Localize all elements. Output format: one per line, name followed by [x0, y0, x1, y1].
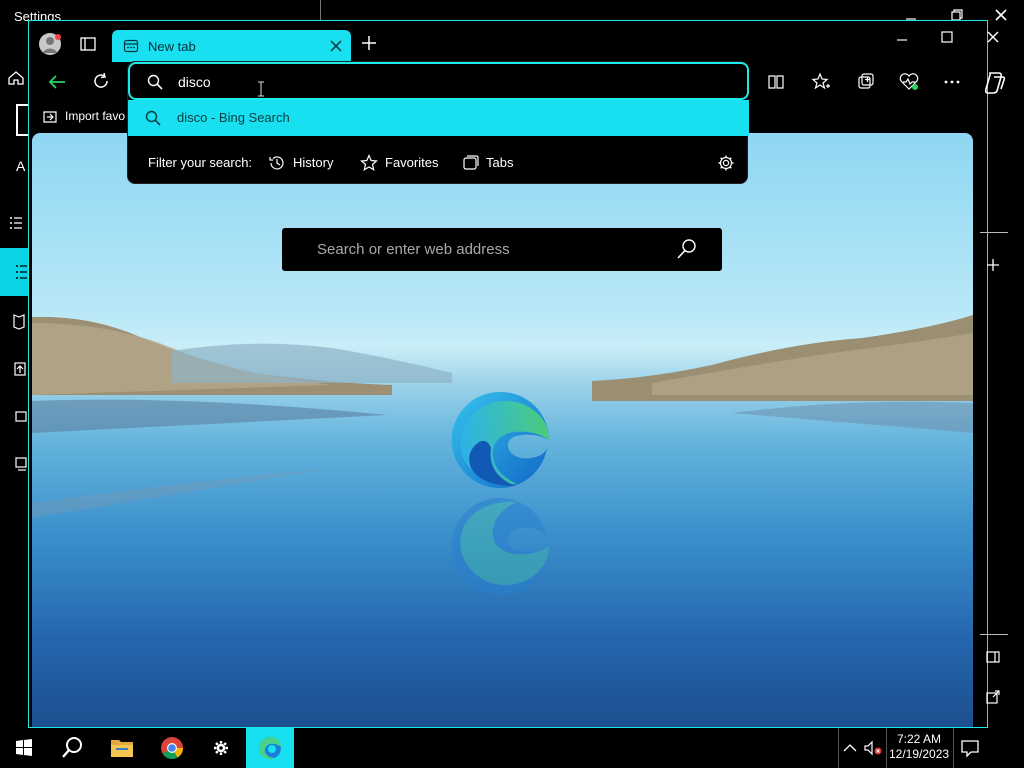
open-external-icon[interactable]: [986, 690, 1000, 704]
new-tab-search-placeholder: Search or enter web address: [317, 241, 510, 258]
tab-new-tab[interactable]: New tab: [112, 30, 351, 62]
window-icon[interactable]: [0, 402, 30, 432]
profile-avatar[interactable]: [39, 33, 61, 55]
search-icon: [145, 110, 161, 126]
sidebar-divider: [980, 634, 1008, 635]
new-tab-search-box[interactable]: Search or enter web address: [282, 228, 722, 271]
search-icon[interactable]: [676, 238, 698, 260]
sidebar-divider: [980, 232, 1008, 233]
taskbar-clock[interactable]: 7:22 AM 12/19/2023: [889, 732, 949, 762]
new-tab-page-icon: [123, 38, 139, 54]
tab-label: New tab: [148, 39, 196, 54]
browser-essentials-icon[interactable]: [898, 72, 920, 92]
import-favorites-icon: [41, 108, 59, 126]
start-button[interactable]: [0, 728, 48, 768]
notifications-icon[interactable]: [960, 738, 980, 758]
suggestion-label: disco - Bing Search: [177, 110, 290, 125]
settings-gear-icon[interactable]: [197, 728, 245, 768]
tab-actions-icon[interactable]: [79, 35, 97, 53]
list-icon[interactable]: [0, 208, 30, 238]
search-settings-gear-icon[interactable]: [717, 154, 735, 172]
new-tab-page-background: [32, 133, 973, 727]
hide-sidebar-icon[interactable]: [986, 650, 1000, 664]
upload-icon[interactable]: [0, 354, 30, 384]
clock-time: 7:22 AM: [896, 732, 942, 746]
tab-strip: New tab: [29, 21, 999, 63]
filter-favorites[interactable]: Favorites: [385, 155, 438, 170]
tray-divider: [838, 728, 839, 768]
search-taskbar-icon[interactable]: [48, 728, 96, 768]
close-icon[interactable]: [994, 8, 1008, 22]
tabs-filter-icon[interactable]: [462, 154, 480, 172]
edge-logo-reflection: [451, 496, 551, 596]
chrome-icon[interactable]: [148, 728, 196, 768]
collections-icon[interactable]: [856, 72, 876, 92]
close-window-icon[interactable]: [986, 30, 1000, 44]
minimize-icon[interactable]: [895, 33, 909, 47]
import-favorites-link[interactable]: Import favo: [65, 109, 125, 123]
text-cursor-icon: [258, 81, 264, 97]
window-divider: [320, 0, 321, 20]
history-filter-icon[interactable]: [268, 154, 286, 172]
split-screen-icon[interactable]: [767, 73, 785, 91]
map-icon[interactable]: [0, 306, 30, 336]
back-arrow-icon[interactable]: [46, 71, 68, 93]
home-icon[interactable]: [0, 62, 30, 92]
volume-muted-icon[interactable]: [863, 740, 883, 756]
suggestion-item[interactable]: disco - Bing Search: [128, 100, 749, 136]
settings-selected-item[interactable]: [0, 248, 30, 296]
display-icon[interactable]: [0, 450, 30, 480]
add-sidebar-app-icon[interactable]: [986, 258, 1000, 272]
address-bar-text: disco: [178, 74, 211, 90]
search-icon: [147, 74, 163, 90]
close-tab-icon[interactable]: [330, 40, 342, 52]
filter-label: Filter your search:: [148, 155, 253, 170]
filter-tabs[interactable]: Tabs: [486, 155, 513, 170]
settings-search-box[interactable]: [16, 104, 28, 136]
right-sidebar: [974, 133, 987, 727]
copilot-icon[interactable]: [982, 70, 1008, 96]
tray-divider: [886, 728, 887, 768]
file-explorer-icon[interactable]: [98, 728, 146, 768]
favorites-star-icon[interactable]: [811, 72, 831, 92]
taskbar: [0, 728, 1024, 768]
filter-history[interactable]: History: [293, 155, 333, 170]
tray-divider: [953, 728, 954, 768]
maximize-icon[interactable]: [940, 30, 954, 44]
favorites-filter-icon[interactable]: [360, 154, 378, 172]
more-options-icon[interactable]: [943, 75, 961, 89]
edge-logo: [451, 390, 551, 490]
search-filter-row: Filter your search: History Favorites Ta…: [128, 142, 749, 184]
edge-taskbar-icon[interactable]: [246, 728, 294, 768]
address-bar-input[interactable]: disco: [128, 62, 749, 100]
clock-date: 12/19/2023: [889, 747, 950, 761]
new-tab-plus-icon[interactable]: [361, 35, 377, 51]
refresh-icon[interactable]: [91, 71, 111, 91]
address-bar-dropdown: disco disco - Bing Search Filter your se…: [127, 61, 749, 184]
show-hidden-icons-chevron-icon[interactable]: [842, 740, 858, 756]
